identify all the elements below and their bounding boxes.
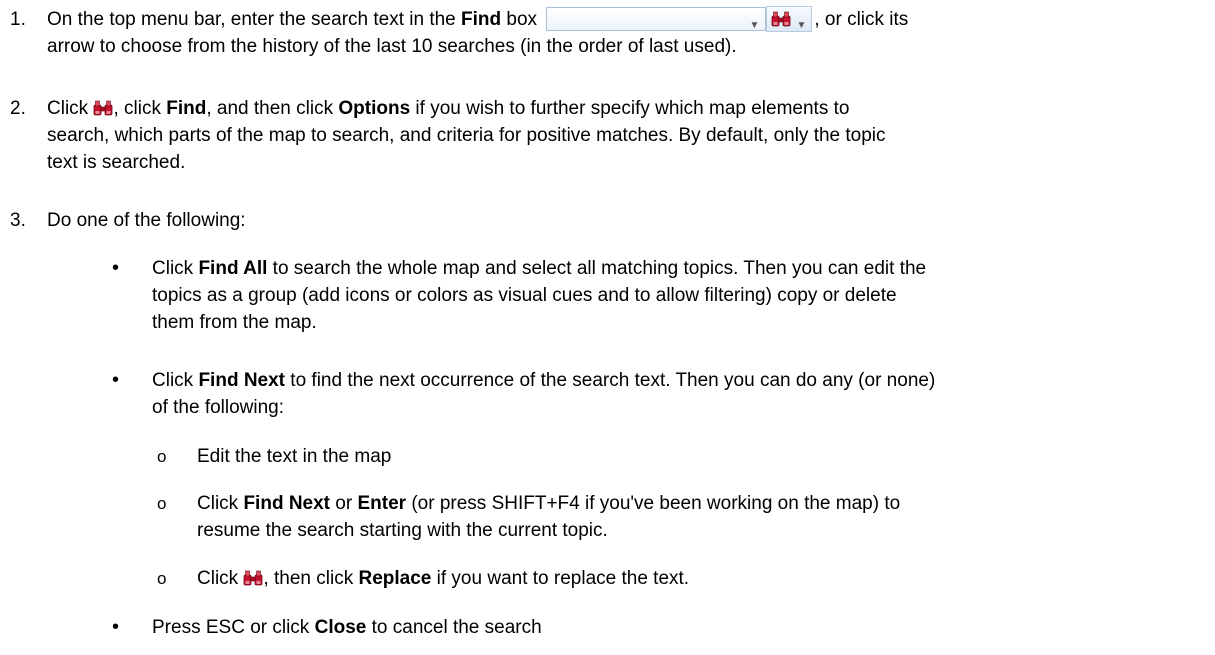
step-text: On the top menu bar, enter the search te…	[47, 6, 1207, 60]
bold-term: Find	[166, 98, 207, 119]
step-number: 2.	[10, 98, 26, 119]
subitem-text: Click , then click Replace if you want t…	[197, 565, 1202, 592]
text-run: resume the search starting with the curr…	[197, 520, 608, 541]
step-text: Click , click Find, and then click Optio…	[47, 95, 1207, 176]
binoculars-icon	[771, 11, 791, 27]
text-run: or	[330, 493, 358, 514]
bold-term: Replace	[358, 568, 432, 589]
bold-term: Enter	[357, 493, 407, 514]
text-run: to search the whole map and select all m…	[267, 258, 927, 279]
text-run: Click	[197, 568, 244, 589]
bullet-text: Click Find Next to find the next occurre…	[152, 367, 1202, 421]
find-box-image: ▼	[546, 7, 767, 31]
text-run: Press ESC or click	[152, 617, 315, 638]
bold-term: Options	[338, 98, 411, 119]
binoculars-icon	[243, 570, 263, 586]
text-run: , then click	[263, 568, 359, 589]
text-run: of the following:	[152, 397, 285, 418]
text-run: if you wish to further specify which map…	[410, 98, 850, 119]
chevron-down-icon: ▼	[749, 20, 760, 31]
bold-term: Find All	[198, 258, 268, 279]
subitem-symbol: o	[157, 569, 167, 588]
subitem-symbol: o	[157, 494, 167, 513]
step-number: 3.	[10, 210, 26, 231]
text-run: On the top menu bar, enter the search te…	[47, 9, 462, 30]
text-run: , click	[113, 98, 167, 119]
bold-term: Find Next	[243, 493, 331, 514]
text-run: to find the next occurrence of the searc…	[285, 370, 936, 391]
text-run: Click	[47, 98, 94, 119]
subitem-text: Click Find Next or Enter (or press SHIFT…	[197, 490, 1202, 544]
bullet-symbol: •	[112, 616, 120, 638]
bullet-text: Click Find All to search the whole map a…	[152, 255, 1202, 336]
text-run: Click	[152, 258, 199, 279]
bullet-text: Press ESC or click Close to cancel the s…	[152, 614, 1202, 641]
subitem-text: Edit the text in the map	[197, 446, 392, 467]
text-run: , or click its	[814, 9, 909, 30]
text-run: , and then click	[206, 98, 339, 119]
text-run: text is searched.	[47, 152, 186, 173]
text-run: (or press SHIFT+F4 if you've been workin…	[406, 493, 901, 514]
text-run: box	[501, 9, 538, 30]
text-run: Click	[197, 493, 244, 514]
text-run: them from the map.	[152, 312, 317, 333]
bold-term: Find Next	[198, 370, 286, 391]
step-text: Do one of the following:	[47, 210, 246, 231]
step-number: 1.	[10, 9, 26, 30]
text-run: if you want to replace the text.	[431, 568, 690, 589]
bullet-symbol: •	[112, 369, 120, 391]
bold-term: Find	[461, 9, 502, 30]
subitem-symbol: o	[157, 447, 167, 466]
text-run: search, which parts of the map to search…	[47, 125, 886, 146]
text-run: to cancel the search	[366, 617, 542, 638]
bold-term: Close	[314, 617, 367, 638]
text-run: Click	[152, 370, 199, 391]
text-run: topics as a group (add icons or colors a…	[152, 285, 897, 306]
find-button-image: ▼	[766, 6, 813, 32]
binoculars-icon	[93, 100, 113, 116]
text-run: arrow to choose from the history of the …	[47, 36, 737, 57]
bullet-symbol: •	[112, 257, 120, 279]
chevron-down-icon: ▼	[796, 20, 807, 31]
